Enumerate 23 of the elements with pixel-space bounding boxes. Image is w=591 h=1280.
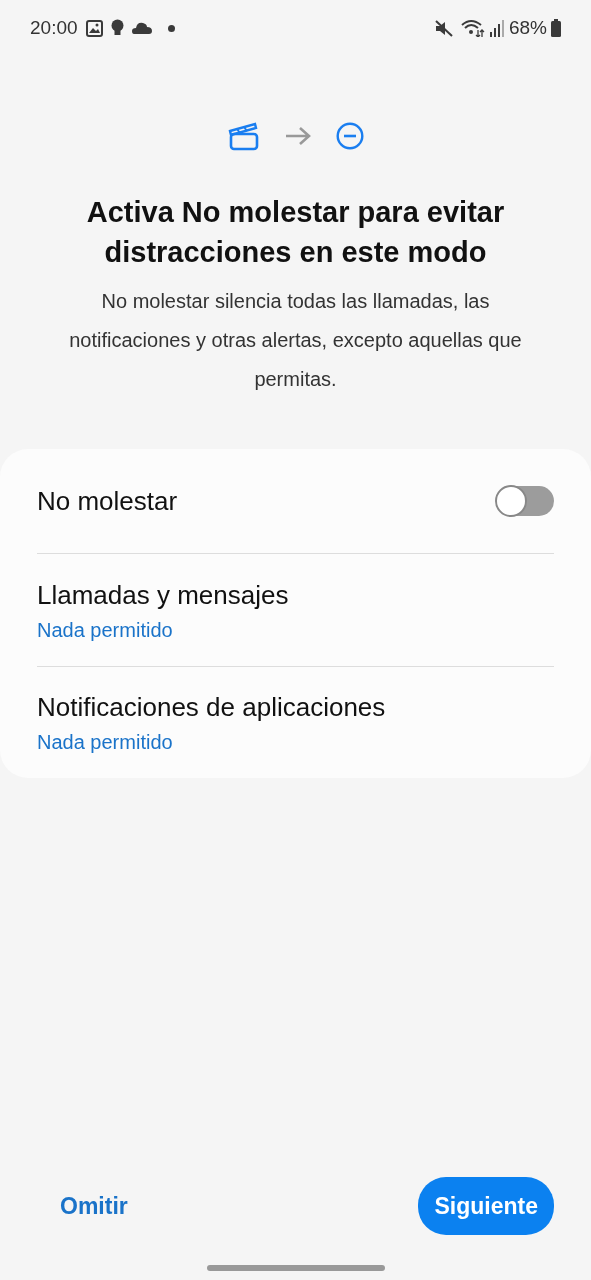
setting-label: No molestar bbox=[37, 484, 178, 518]
setting-label[interactable]: Notificaciones de aplicaciones bbox=[37, 688, 554, 727]
dot-icon bbox=[167, 24, 175, 32]
next-button[interactable]: Siguiente bbox=[418, 1176, 554, 1235]
arrow-icon bbox=[283, 125, 312, 147]
cloud-icon bbox=[131, 22, 152, 34]
setting-label[interactable]: Llamadas y mensajes bbox=[37, 575, 554, 615]
gallery-icon bbox=[85, 19, 103, 37]
mute-icon bbox=[434, 19, 453, 37]
setting-value: Nada permitido bbox=[37, 617, 174, 643]
bulb-icon bbox=[110, 19, 124, 37]
do-not-disturb-icon bbox=[335, 122, 364, 150]
description: No molestar silencia todas las llamadas, las notificaciones y otras alertas, excepto aquellas que permitas. bbox=[68, 289, 523, 392]
toggle-switch[interactable] bbox=[496, 486, 554, 516]
battery-icon bbox=[551, 19, 561, 37]
wifi-icon bbox=[460, 19, 485, 37]
setting-value: Nada permitido bbox=[37, 730, 174, 755]
heading: Activa No molestar para evitar distracciones en este modo bbox=[85, 195, 506, 270]
clock: 20:00 bbox=[30, 15, 78, 40]
skip-button[interactable]: Omitir bbox=[60, 1188, 128, 1223]
signal-icon bbox=[488, 19, 505, 37]
battery-percentage: 68% bbox=[508, 15, 547, 40]
clapperboard-icon bbox=[227, 121, 260, 151]
